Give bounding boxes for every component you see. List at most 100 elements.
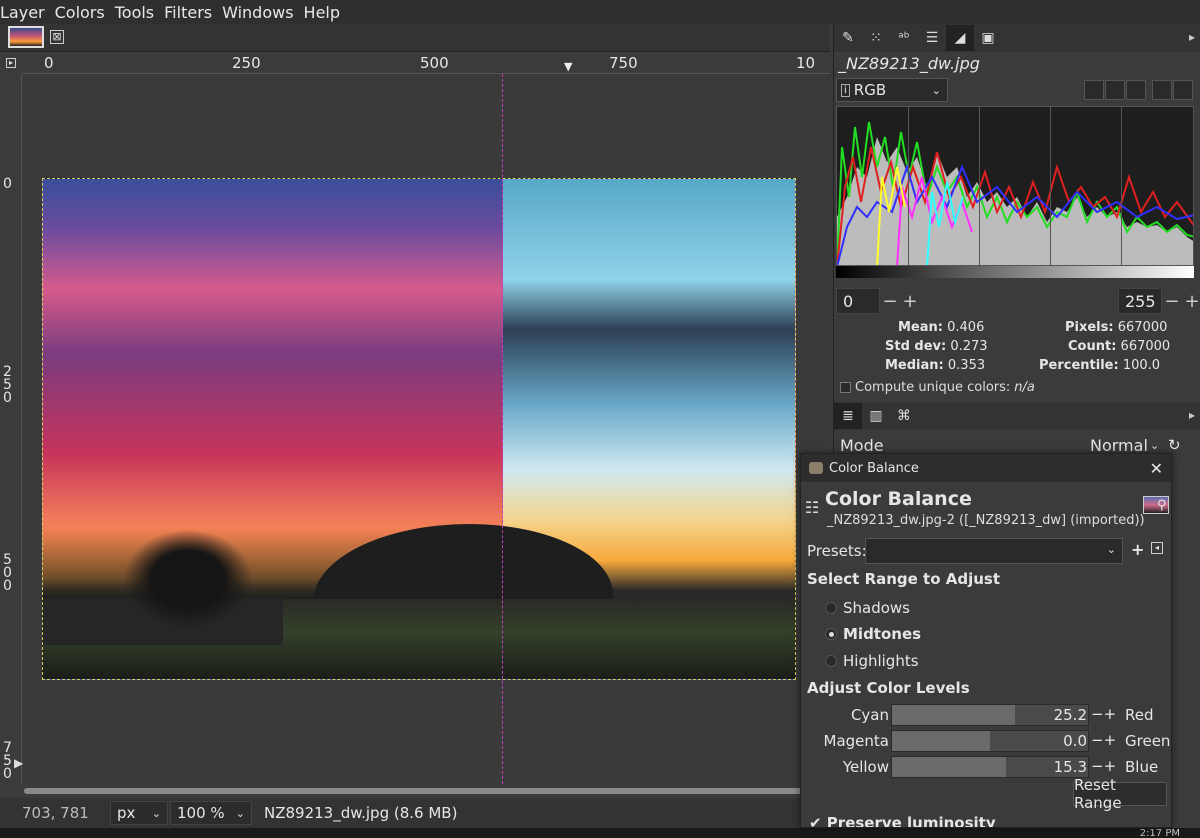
presets-menu-icon[interactable]: ◂ xyxy=(1151,542,1163,554)
stat-count: Count: 667000 xyxy=(1068,339,1170,354)
add-preset-icon[interactable]: + xyxy=(1131,540,1144,559)
radio-shadows[interactable]: Shadows xyxy=(825,599,910,617)
preserve-label: Preserve luminosity xyxy=(826,814,996,828)
dock-menu-icon[interactable]: ▸ xyxy=(1189,408,1195,422)
range-high-value[interactable]: 255 xyxy=(1118,288,1162,314)
reset-range-button[interactable]: Reset Range xyxy=(1073,776,1167,812)
increment-icon[interactable]: + xyxy=(1182,291,1200,312)
compute-unique-colors-checkbox[interactable] xyxy=(840,382,851,393)
yellow-blue-slider[interactable]: Yellow 15.3 −+ Blue xyxy=(801,756,1171,778)
logarithmic-mode-icon[interactable] xyxy=(1126,80,1146,100)
increment-icon[interactable]: + xyxy=(900,291,920,312)
dialog-titlebar[interactable]: Color Balance ✕ xyxy=(801,454,1171,482)
brushes-tab-icon[interactable]: ✎ xyxy=(834,25,862,51)
stat-value: 0.406 xyxy=(947,320,985,335)
cyan-red-slider[interactable]: Cyan 25.2 −+ Red xyxy=(801,704,1171,726)
zoom-selector[interactable]: 100 % ⌄ xyxy=(170,801,252,825)
images-tab-icon[interactable]: ▣ xyxy=(974,25,1002,51)
slider-fill xyxy=(892,731,990,751)
image-layer[interactable] xyxy=(42,178,796,680)
layers-tab-icon[interactable]: ≣ xyxy=(834,403,862,429)
close-icon[interactable]: ✕ xyxy=(1150,459,1163,478)
compute-unique-colors[interactable]: Compute unique colors: n/a xyxy=(840,380,1035,395)
fonts-tab-icon[interactable]: ᵃᵇ xyxy=(890,25,918,51)
close-tab-icon[interactable]: ⊠ xyxy=(50,30,64,44)
patterns-tab-icon[interactable]: ⁙ xyxy=(862,25,890,51)
log-histogram-icon[interactable] xyxy=(1105,80,1125,100)
chevron-down-icon[interactable]: ⌄ xyxy=(1150,439,1159,452)
slider-value[interactable]: 25.2 xyxy=(1054,706,1087,724)
stat-label: Count: xyxy=(1068,339,1117,354)
menu-tools[interactable]: Tools xyxy=(115,3,159,22)
histogram-range-gradient[interactable] xyxy=(836,266,1194,278)
image-tab-thumbnail[interactable] xyxy=(8,26,44,48)
slider-right-label: Red xyxy=(1125,706,1154,724)
dock-menu-icon[interactable]: ▸ xyxy=(1189,30,1195,44)
horizontal-scrollbar[interactable] xyxy=(22,784,830,798)
paths-tab-icon[interactable]: ⌘ xyxy=(890,403,918,429)
menu-filters[interactable]: Filters xyxy=(164,3,217,22)
menu-layer[interactable]: Layer xyxy=(0,3,50,22)
dock-tabs-lower: ≣ ▥ ⌘ ▸ xyxy=(834,402,1200,430)
tree-silhouette xyxy=(123,529,253,629)
histogram-graph[interactable] xyxy=(836,106,1194,266)
channel-icon: i xyxy=(841,83,850,97)
stat-label: Mean: xyxy=(898,320,943,335)
ruler-corner-menu-icon[interactable]: ▸ xyxy=(0,52,22,74)
stat-std-dev: Std dev: 0.273 xyxy=(885,339,988,354)
mode-reset-icon[interactable]: ↻ xyxy=(1168,436,1181,454)
decrement-icon[interactable]: − xyxy=(1162,291,1182,312)
decrement-icon[interactable]: − xyxy=(880,291,900,312)
gimp-icon xyxy=(809,462,823,474)
scroll-right-arrow-icon[interactable]: ▶ xyxy=(14,756,23,770)
radio-dot[interactable] xyxy=(825,655,837,667)
magenta-green-slider[interactable]: Magenta 0.0 −+ Green xyxy=(801,730,1171,752)
split-preview-guide[interactable] xyxy=(502,74,503,784)
decrement-increment-icon[interactable]: −+ xyxy=(1091,705,1116,723)
dock-tabs-top: ✎ ⁙ ᵃᵇ ☰ ◢ ▣ ▸ xyxy=(834,24,1200,52)
unit-selector[interactable]: px ⌄ xyxy=(110,801,168,825)
ruler-label: 250 xyxy=(232,54,261,72)
channels-tab-icon[interactable]: ▥ xyxy=(862,403,890,429)
range-low-value[interactable]: 0 xyxy=(836,288,880,314)
range-high-spinner[interactable]: 255 − + xyxy=(1118,288,1200,314)
radio-highlights[interactable]: Highlights xyxy=(825,652,919,670)
radio-dot[interactable] xyxy=(825,628,837,640)
menu-colors[interactable]: Colors xyxy=(55,3,110,22)
histogram-view-b-icon[interactable] xyxy=(1173,80,1193,100)
preserve-luminosity-checkbox[interactable]: ✔ Preserve luminosity xyxy=(809,814,996,828)
linear-histogram-icon[interactable] xyxy=(1084,80,1104,100)
vertical-ruler[interactable]: 0 250 500 750 xyxy=(0,74,22,784)
channel-selector[interactable]: i RGB ⌄ xyxy=(836,78,948,102)
decrement-increment-icon[interactable]: −+ xyxy=(1091,731,1116,749)
search-icon[interactable]: ⚲ xyxy=(1157,498,1167,513)
menu-help[interactable]: Help xyxy=(304,3,345,22)
slider-value[interactable]: 15.3 xyxy=(1054,758,1087,776)
select-range-heading: Select Range to Adjust xyxy=(807,570,1001,588)
compute-label: Compute unique colors: xyxy=(855,380,1011,395)
slider-left-label: Yellow xyxy=(842,758,889,776)
chevron-down-icon: ⌄ xyxy=(235,806,245,820)
horizontal-ruler[interactable]: 0 250 500 750 10 ▼ xyxy=(22,52,830,74)
document-history-tab-icon[interactable]: ☰ xyxy=(918,25,946,51)
decrement-increment-icon[interactable]: −+ xyxy=(1091,757,1116,775)
stat-value: 667000 xyxy=(1117,320,1168,335)
ruler-label: 750 xyxy=(3,740,12,782)
slider-track[interactable] xyxy=(891,730,1089,752)
presets-combo[interactable]: ⌄ xyxy=(865,538,1123,564)
zoom-value: 100 % xyxy=(177,804,225,822)
stat-value: 0.353 xyxy=(947,358,986,373)
chevron-down-icon: ⌄ xyxy=(151,806,161,820)
radio-midtones[interactable]: Midtones xyxy=(825,625,921,643)
menu-windows[interactable]: Windows xyxy=(222,3,298,22)
histogram-tab-icon[interactable]: ◢ xyxy=(946,25,974,51)
slider-value[interactable]: 0.0 xyxy=(1063,732,1087,750)
histogram-view-a-icon[interactable] xyxy=(1152,80,1172,100)
radio-dot[interactable] xyxy=(825,602,837,614)
image-canvas[interactable] xyxy=(22,74,830,784)
slider-fill xyxy=(892,757,1006,777)
presets-label: Presets: xyxy=(807,542,867,560)
radio-label: Shadows xyxy=(843,599,911,617)
range-low-spinner[interactable]: 0 − + xyxy=(836,288,920,314)
mode-value[interactable]: Normal xyxy=(1090,436,1148,455)
